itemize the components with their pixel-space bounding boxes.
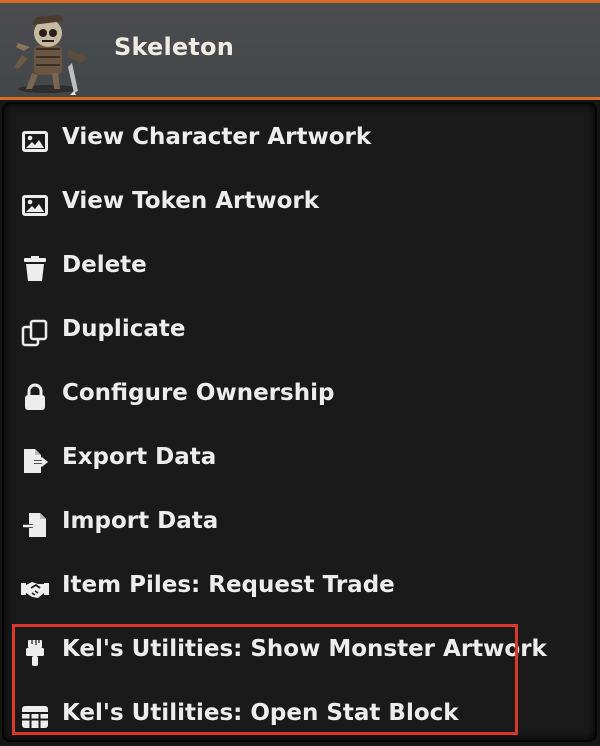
menu-item-show-monster-artwork[interactable]: Kel's Utilities: Show Monster Artwork [4,620,599,680]
menu-item-view-character-artwork[interactable]: View Character Artwork [4,108,599,168]
actor-header[interactable]: Skeleton [0,0,600,100]
menu-item-open-stat-block[interactable]: Kel's Utilities: Open Stat Block [4,684,599,744]
copy-icon [20,318,50,348]
skeleton-token-icon [8,7,96,95]
menu-item-label: Delete [62,252,147,278]
handshake-icon [20,574,50,604]
file-import-icon [20,510,50,540]
file-export-icon [20,446,50,476]
menu-item-label: Duplicate [62,316,186,342]
menu-item-label: Export Data [62,444,217,470]
menu-item-label: View Token Artwork [62,188,320,214]
menu-item-configure-ownership[interactable]: Configure Ownership [4,364,599,424]
menu-item-delete[interactable]: Delete [4,236,599,296]
menu-item-label: Import Data [62,508,219,534]
menu-item-request-trade[interactable]: Item Piles: Request Trade [4,556,599,616]
menu-item-import-data[interactable]: Import Data [4,492,599,552]
menu-item-view-token-artwork[interactable]: View Token Artwork [4,172,599,232]
context-menu: View Character Artwork View Token Artwor… [2,102,597,742]
menu-item-label: Item Piles: Request Trade [62,572,395,598]
menu-item-label: Kel's Utilities: Show Monster Artwork [62,636,547,662]
menu-item-label: View Character Artwork [62,124,372,150]
menu-item-label: Configure Ownership [62,380,335,406]
menu-item-duplicate[interactable]: Duplicate [4,300,599,360]
trash-icon [20,254,50,284]
image-icon [20,190,50,220]
app-root: Skeleton View Character Artwork View Tok… [0,0,600,746]
image-icon [20,126,50,156]
lock-icon [20,382,50,412]
actor-name: Skeleton [114,33,235,61]
menu-item-label: Kel's Utilities: Open Stat Block [62,700,459,726]
paintbrush-icon [20,638,50,668]
table-icon [20,702,50,732]
menu-item-export-data[interactable]: Export Data [4,428,599,488]
